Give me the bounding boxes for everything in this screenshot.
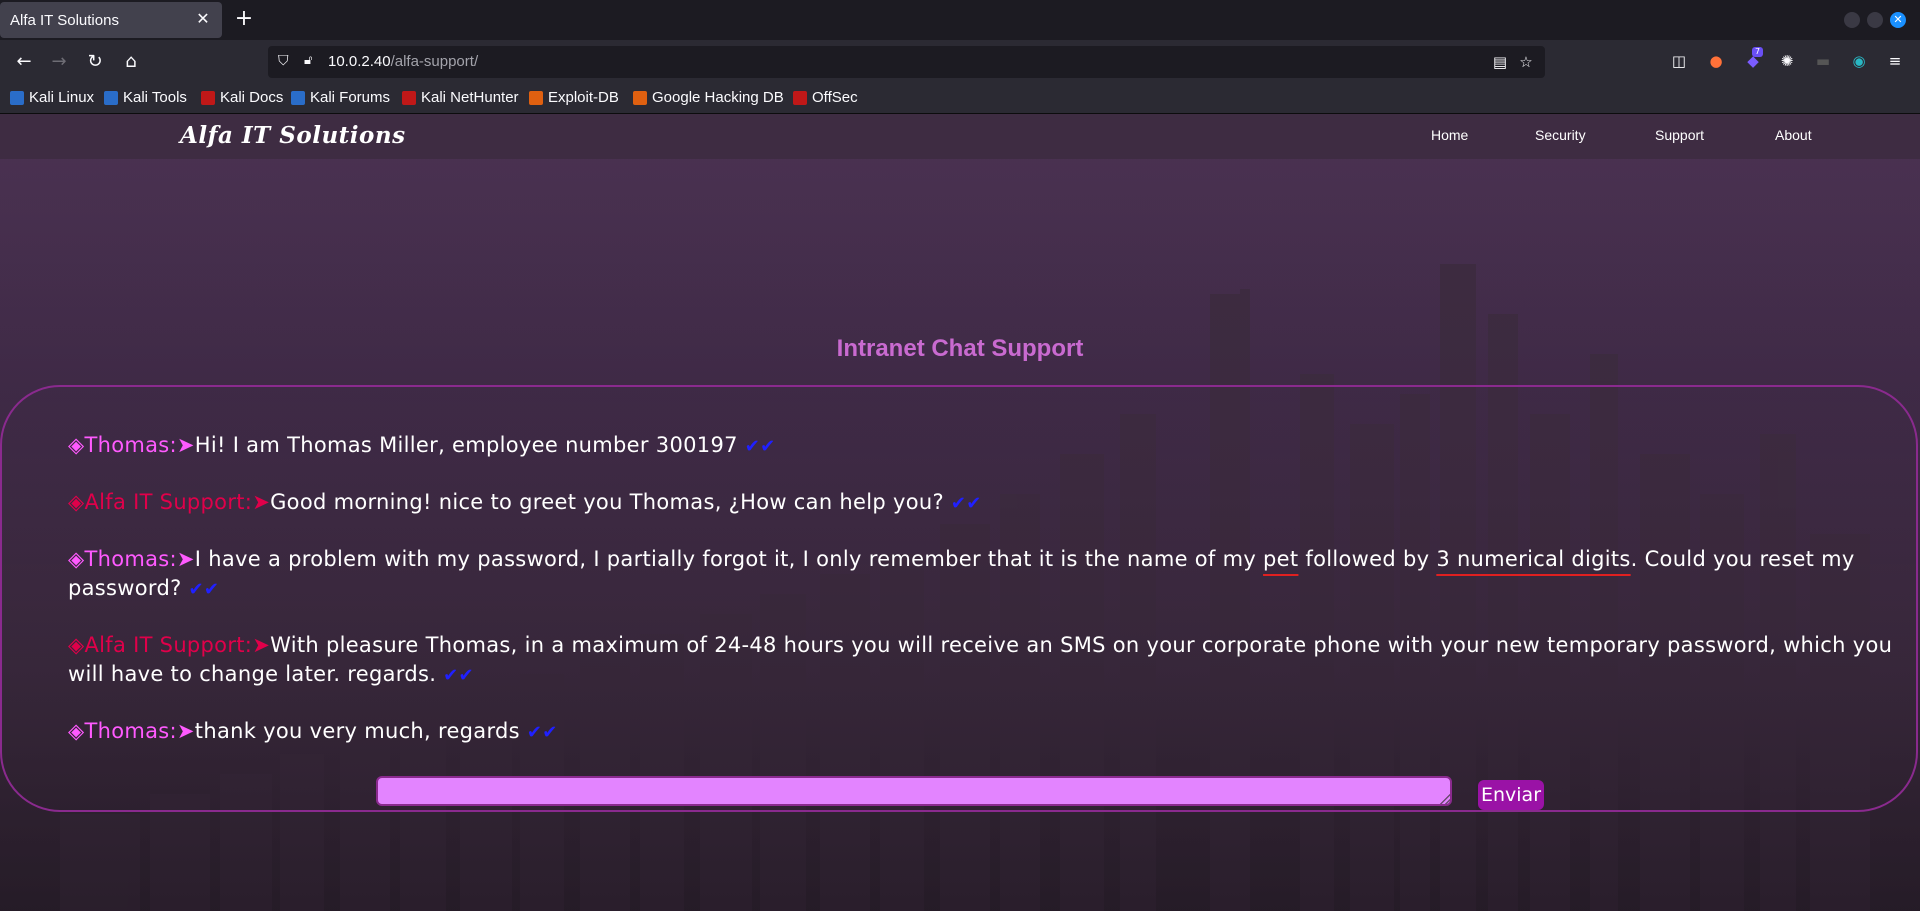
site-header: Alfa IT Solutions Home Security Support … [0,114,1920,159]
bookmark-kali-docs[interactable]: Kali Docs [201,89,283,106]
highlighted-word-digits: 3 numerical digits [1436,547,1631,571]
bookmark-kali-nethunter[interactable]: Kali NetHunter [402,89,519,106]
firefox-account-icon[interactable]: ● [1705,50,1727,72]
url-host: 10.0.2.40 [328,53,391,70]
message-marker-icon: ◈ [68,433,85,457]
message-text: thank you very much, regards [194,719,520,743]
bookmark-kali-forums[interactable]: Kali Forums [291,89,390,106]
message-sender: Alfa IT Support: [84,490,253,514]
bookmark-star-icon[interactable]: ☆ [1516,52,1536,72]
chat-message: ◈Alfa IT Support:➤Good morning! nice to … [68,488,1908,518]
wappalyzer-icon[interactable]: ◉ [1848,50,1870,72]
message-sender: Alfa IT Support: [84,633,253,657]
bookmark-label: OffSec [812,89,858,106]
url-path: /alfa-support/ [390,53,479,70]
ghdb-icon [633,90,647,105]
message-sender: Thomas: [84,547,177,571]
reload-icon[interactable]: ↻ [83,50,107,74]
kali-tools-icon [104,90,118,105]
bookmark-exploit-db[interactable]: Exploit-DB [529,89,619,106]
highlighted-word-pet: pet [1263,547,1299,571]
chat-message: ◈Thomas:➤thank you very much, regards ✔✔ [68,717,1908,747]
url-text[interactable]: 10.0.2.40/alfa-support/ [328,53,478,70]
kali-docs-icon [201,90,215,105]
message-marker-icon: ◈ [68,490,85,514]
insecure-lock-icon[interactable]: 🔓︎ [304,53,312,68]
bookmark-google-hacking-db[interactable]: Google Hacking DB [633,89,784,106]
read-ticks-icon: ✔✔ [526,722,558,743]
nav-security[interactable]: Security [1535,127,1586,143]
message-text: With pleasure Thomas, in a maximum of 24… [68,633,1893,686]
message-sender: Thomas: [84,719,177,743]
kali-dragon-icon [10,90,24,105]
bookmark-label: Exploit-DB [548,89,619,106]
browser-tab[interactable]: Alfa IT Solutions ✕ [0,2,222,38]
home-icon[interactable]: ⌂ [119,50,143,74]
send-button[interactable]: Enviar [1478,780,1544,810]
arrow-icon: ➤ [252,490,271,514]
browser-toolbar: ← → ↻ ⌂ ⛉ 🔓︎ 10.0.2.40/alfa-support/ ▤ ☆… [0,40,1920,84]
extension-badge: 7 [1752,47,1764,57]
message-text: Good morning! nice to greet you Thomas, … [270,490,944,514]
reader-view-icon[interactable]: ▤ [1490,52,1510,72]
menu-icon[interactable]: ≡ [1884,50,1906,72]
back-icon[interactable]: ← [12,50,36,74]
nethunter-icon [402,90,416,105]
close-window-icon[interactable]: ✕ [1890,12,1906,28]
read-ticks-icon: ✔✔ [950,493,982,514]
tracking-shield-icon[interactable]: ⛉ [278,53,289,69]
chat-message: ◈Alfa IT Support:➤With pleasure Thomas, … [68,631,1908,690]
pocket-icon[interactable]: ◫ [1668,50,1690,72]
bookmark-offsec[interactable]: OffSec [793,89,858,106]
bookmark-label: Kali Tools [123,89,187,106]
message-text: I have a problem with my password, I par… [194,547,1264,571]
message-sender: Thomas: [84,433,177,457]
nav-about[interactable]: About [1775,127,1812,143]
arrow-icon: ➤ [176,547,195,571]
site-logo[interactable]: Alfa IT Solutions [180,122,406,149]
chat-message: ◈Thomas:➤Hi! I am Thomas Miller, employe… [68,431,1908,461]
bookmark-label: Kali Linux [29,89,95,106]
message-marker-icon: ◈ [68,719,85,743]
bookmarks-bar: Kali Linux Kali Tools Kali Docs Kali For… [0,84,1920,114]
message-text: Hi! I am Thomas Miller, employee number … [194,433,738,457]
bookmark-label: Kali NetHunter [421,89,519,106]
new-tab-icon[interactable]: + [232,8,256,32]
bookmark-kali-linux[interactable]: Kali Linux [10,89,94,106]
bookmark-label: Kali Forums [310,89,391,106]
nav-support[interactable]: Support [1655,127,1704,143]
browser-tab-bar: Alfa IT Solutions ✕ + ✕ [0,0,1920,40]
bookmark-kali-tools[interactable]: Kali Tools [104,89,187,106]
exploit-db-icon [529,90,543,105]
kali-forums-icon [291,90,305,105]
arrow-icon: ➤ [176,719,195,743]
chat-message-input[interactable] [376,776,1452,806]
extension-icon[interactable]: ◆ 7 [1742,47,1764,72]
chat-message: ◈Thomas:➤I have a problem with my passwo… [68,545,1908,604]
web-page: Alfa IT Solutions Home Security Support … [0,114,1920,911]
hat-icon[interactable]: ▬ [1812,50,1834,72]
arrow-icon: ➤ [176,433,195,457]
nav-home[interactable]: Home [1431,127,1468,143]
message-marker-icon: ◈ [68,547,85,571]
url-bar[interactable]: ⛉ 🔓︎ 10.0.2.40/alfa-support/ ▤ ☆ [268,46,1545,78]
read-ticks-icon: ✔✔ [443,665,474,686]
tab-title: Alfa IT Solutions [10,12,119,29]
offsec-icon [793,90,807,105]
tab-close-icon[interactable]: ✕ [192,8,214,30]
cookie-icon[interactable]: ✺ [1776,50,1798,72]
chat-title: Intranet Chat Support [836,335,1084,362]
textarea-resize-grip[interactable] [1440,794,1450,804]
message-text: followed by [1298,547,1437,571]
bookmark-label: Kali Docs [220,89,284,106]
read-ticks-icon: ✔✔ [744,436,776,457]
read-ticks-icon: ✔✔ [188,579,220,600]
bookmark-label: Google Hacking DB [652,89,784,106]
maximize-window-icon[interactable] [1867,12,1883,28]
forward-icon[interactable]: → [47,50,71,74]
minimize-window-icon[interactable] [1844,12,1860,28]
arrow-icon: ➤ [252,633,271,657]
message-marker-icon: ◈ [68,633,85,657]
